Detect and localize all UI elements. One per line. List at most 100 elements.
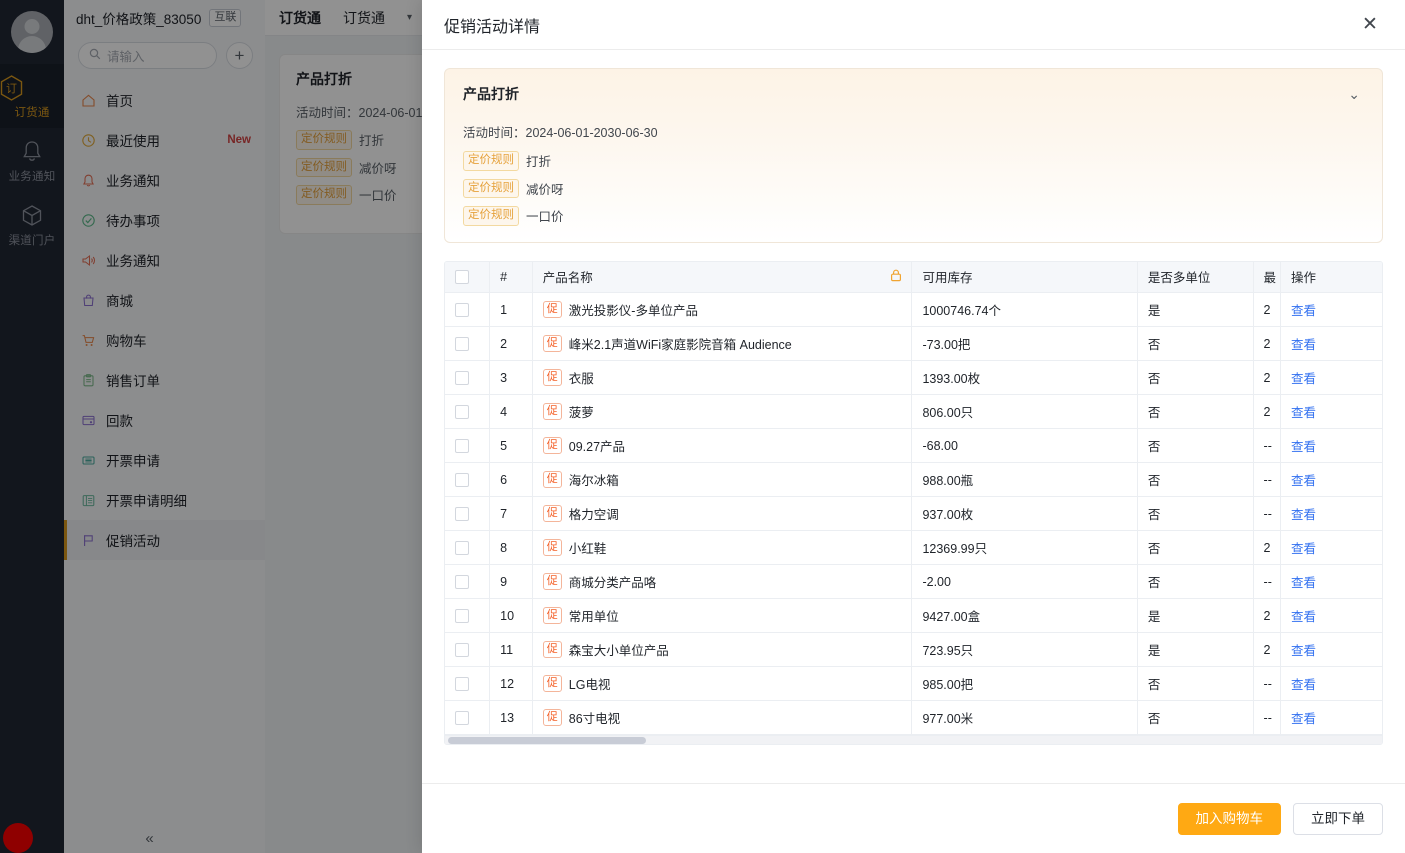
table-row[interactable]: 4 促菠萝 806.00只 否 2 查看 (445, 394, 1382, 430)
sidebar-item-sales-order[interactable]: 销售订单 (64, 360, 265, 400)
sidebar-item-label: 促销活动 (106, 534, 160, 549)
rail-item-order[interactable]: 订 订货通 (0, 64, 64, 128)
row-truncated-col: -- (1253, 700, 1281, 736)
row-available-stock: 1393.00枚 (911, 360, 1138, 396)
rail-item-notice[interactable]: 业务通知 (0, 128, 64, 192)
rail-item-channel[interactable]: 渠道门户 (0, 192, 64, 256)
sidebar-item-promotion[interactable]: 促销活动 (64, 520, 265, 560)
sidebar-item-todo[interactable]: 待办事项 (64, 200, 265, 240)
product-name-text: 森宝大小单位产品 (568, 644, 669, 659)
table-row[interactable]: 1 促激光投影仪-多单位产品 1000746.74个 是 2 查看 (445, 292, 1382, 328)
sidebar-item-invoice[interactable]: 开票申请 (64, 440, 265, 480)
row-select-cell (445, 292, 491, 328)
table-row[interactable]: 12 促 LG电视 985.00把 否 -- 查看 (445, 666, 1382, 702)
promo-badge: 促 (542, 539, 562, 557)
row-index: 2 (489, 326, 533, 362)
lock-icon (890, 269, 902, 285)
view-link[interactable]: 查看 (1291, 508, 1316, 522)
row-index: 5 (489, 428, 533, 464)
row-action: 查看 (1280, 564, 1382, 600)
sidebar-item-home[interactable]: 首页 (64, 80, 265, 120)
row-checkbox[interactable] (455, 370, 469, 385)
sidebar-item-label: 业务通知 (106, 254, 160, 269)
table-row[interactable]: 6 促海尔冰箱 988.00瓶 否 -- 查看 (445, 462, 1382, 498)
row-product-name: 促峰米2.1声道WiFi家庭影院音箱 Audience (532, 326, 913, 362)
sidebar-collapse-button[interactable]: « (64, 830, 265, 847)
table-row[interactable]: 2 促峰米2.1声道WiFi家庭影院音箱 Audience -73.00把 否 … (445, 326, 1382, 362)
row-multi-unit: 否 (1137, 326, 1254, 362)
view-link[interactable]: 查看 (1291, 338, 1316, 352)
sidebar-item-cart[interactable]: 购物车 (64, 320, 265, 360)
view-link[interactable]: 查看 (1291, 712, 1316, 726)
product-name-text: 衣服 (568, 372, 594, 387)
sidebar-item-mall[interactable]: 商城 (64, 280, 265, 320)
table-row[interactable]: 11 促森宝大小单位产品 723.95只 是 2 查看 (445, 632, 1382, 668)
sidebar-item-recent[interactable]: 最近使用 New (64, 120, 265, 160)
row-action: 查看 (1280, 598, 1382, 634)
view-link[interactable]: 查看 (1291, 678, 1316, 692)
row-available-stock: 937.00枚 (911, 496, 1138, 532)
row-checkbox[interactable] (455, 506, 469, 521)
row-checkbox[interactable] (455, 336, 469, 351)
sidebar-item-notice-2[interactable]: 业务通知 (64, 240, 265, 280)
promo-badge: 促 (542, 301, 562, 319)
row-multi-unit: 否 (1137, 394, 1254, 430)
table-row[interactable]: 10 促常用单位 9427.00盒 是 2 查看 (445, 598, 1382, 634)
sidebar-item-payment[interactable]: 回款 (64, 400, 265, 440)
row-checkbox[interactable] (455, 676, 469, 691)
table-horizontal-scrollbar[interactable] (445, 735, 1382, 745)
row-checkbox[interactable] (455, 608, 469, 623)
product-name-text: 菠萝 (568, 406, 594, 421)
row-checkbox[interactable] (455, 472, 469, 487)
sidebar-item-label: 待办事项 (106, 214, 160, 229)
table-row[interactable]: 9 促商城分类产品咯 -2.00 否 -- 查看 (445, 564, 1382, 600)
row-truncated-col: 2 (1253, 292, 1281, 328)
row-select-cell (445, 462, 491, 498)
tab-order-secondary[interactable]: 订货通 (343, 8, 385, 28)
chevron-down-icon[interactable]: ▾ (407, 12, 412, 23)
view-link[interactable]: 查看 (1291, 474, 1316, 488)
avatar[interactable] (0, 0, 64, 64)
view-link[interactable]: 查看 (1291, 576, 1316, 590)
select-all-checkbox[interactable] (455, 270, 469, 285)
tab-order-active[interactable]: 订货通 (279, 8, 321, 28)
view-link[interactable]: 查看 (1291, 610, 1316, 624)
row-checkbox[interactable] (455, 540, 469, 555)
row-checkbox[interactable] (455, 404, 469, 419)
row-action: 查看 (1280, 326, 1382, 362)
product-table: # 产品名称 可用库存 是否多单位 最 操作 1 促 激光投影仪-多单位产品 1… (445, 261, 1382, 736)
view-link[interactable]: 查看 (1291, 542, 1316, 556)
view-link[interactable]: 查看 (1291, 372, 1316, 386)
promo-badge: 促 (542, 369, 562, 387)
add-button[interactable]: + (226, 42, 253, 69)
row-checkbox[interactable] (455, 302, 469, 317)
close-icon[interactable]: ✕ (1357, 12, 1383, 38)
row-checkbox[interactable] (455, 710, 469, 725)
row-checkbox[interactable] (455, 642, 469, 657)
table-row[interactable]: 3 促衣服 1393.00枚 否 2 查看 (445, 360, 1382, 396)
add-to-cart-button[interactable]: 加入购物车 (1177, 802, 1281, 835)
row-product-name: 促商城分类产品咯 (532, 564, 913, 600)
row-select-cell (445, 564, 491, 600)
view-link[interactable]: 查看 (1291, 440, 1316, 454)
row-checkbox[interactable] (455, 438, 469, 453)
sidebar-item-label: 业务通知 (106, 174, 160, 189)
chevron-down-icon[interactable]: ⌄ (1344, 86, 1364, 103)
scrollbar-thumb[interactable] (448, 737, 646, 745)
row-checkbox[interactable] (455, 574, 469, 589)
search-input[interactable]: 请输入 (78, 42, 217, 69)
place-order-button[interactable]: 立即下单 (1293, 802, 1383, 835)
row-action: 查看 (1280, 360, 1382, 396)
row-multi-unit: 是 (1137, 632, 1254, 668)
table-row[interactable]: 8 促小红鞋 12369.99只 否 2 查看 (445, 530, 1382, 566)
table-row[interactable]: 13 促 86寸电视 977.00米 否 -- 查看 (445, 700, 1382, 736)
sidebar-item-invoice-detail[interactable]: 开票申请明细 (64, 480, 265, 520)
view-link[interactable]: 查看 (1291, 644, 1316, 658)
view-link[interactable]: 查看 (1291, 304, 1316, 318)
view-link[interactable]: 查看 (1291, 406, 1316, 420)
sidebar-item-notice[interactable]: 业务通知 (64, 160, 265, 200)
table-row[interactable]: 5 促 09.27产品 -68.00 否 -- 查看 (445, 428, 1382, 464)
product-name-text: 商城分类产品咯 (568, 576, 657, 591)
table-row[interactable]: 7 促格力空调 937.00枚 否 -- 查看 (445, 496, 1382, 532)
sidebar-item-list: 首页 最近使用 New 业务通知 待办事项 业务通知 商城 购物车 销售订单 回… (64, 78, 265, 560)
